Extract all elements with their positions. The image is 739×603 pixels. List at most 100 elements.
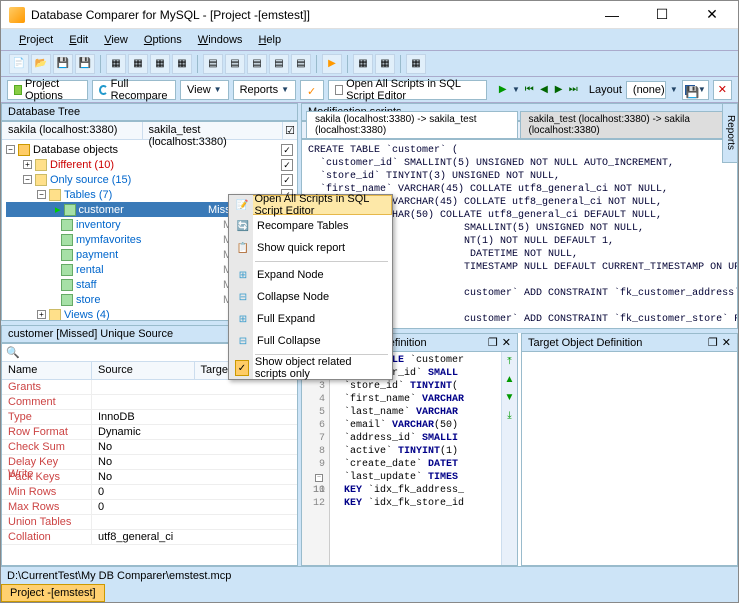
close-button[interactable]: ✕ bbox=[694, 5, 730, 25]
toolbar-btn12-icon[interactable]: ▤ bbox=[269, 54, 289, 74]
ctx-full-expand[interactable]: ⊞Full Expand bbox=[229, 308, 392, 330]
source-code[interactable]: CREATE TABLE `customer `customer_id` SMA… bbox=[330, 352, 501, 565]
menu-options[interactable]: Options bbox=[138, 32, 188, 48]
checkbox[interactable]: ✓ bbox=[281, 144, 293, 156]
expand-icon[interactable]: + bbox=[23, 160, 32, 169]
toolbar-open-icon[interactable]: 📂 bbox=[31, 54, 51, 74]
menu-windows[interactable]: Windows bbox=[192, 32, 249, 48]
menu-project[interactable]: Project bbox=[13, 32, 59, 48]
tab-source-to-target[interactable]: sakila (localhost:3380) -> sakila_test (… bbox=[306, 111, 518, 138]
target-code[interactable] bbox=[522, 352, 737, 565]
reports-dropdown[interactable]: Reports▼ bbox=[233, 80, 296, 100]
nav-last-icon[interactable]: ⏭ bbox=[568, 81, 579, 99]
property-row: Row FormatDynamic bbox=[2, 425, 297, 440]
ctx-full-collapse[interactable]: ⊟Full Collapse bbox=[229, 330, 392, 352]
toolbar-btn7-icon[interactable]: ▦ bbox=[150, 54, 170, 74]
toolbar-btn15-icon[interactable]: ▦ bbox=[353, 54, 373, 74]
minimize-button[interactable]: — bbox=[594, 5, 630, 25]
prop-col-name: Name bbox=[2, 362, 92, 379]
tree-icon bbox=[14, 85, 22, 95]
script-icon: 📝 bbox=[236, 197, 248, 213]
diff-last-icon[interactable]: ⤓ bbox=[504, 410, 516, 422]
save-icon: 💾 bbox=[685, 85, 695, 95]
reports-side-tab[interactable]: Reports bbox=[722, 103, 738, 163]
titlebar: Database Comparer for MySQL - [Project -… bbox=[1, 1, 738, 29]
check-toggle-button[interactable]: ✓ bbox=[300, 80, 324, 100]
ctx-expand-node[interactable]: ⊞Expand Node bbox=[229, 264, 392, 286]
tree-col-target: sakila_test (localhost:3380) bbox=[143, 122, 284, 139]
folder-icon bbox=[35, 174, 47, 186]
toolbar-btn5-icon[interactable]: ▦ bbox=[106, 54, 126, 74]
save-layout-button[interactable]: 💾▼ bbox=[682, 80, 709, 100]
toolbar-save-icon[interactable]: 💾 bbox=[53, 54, 73, 74]
property-row: Collationutf8_general_ci bbox=[2, 530, 297, 545]
close-panel-icon[interactable]: ✕ bbox=[502, 336, 511, 349]
checkbox[interactable]: ✓ bbox=[281, 159, 293, 171]
run-dropdown[interactable]: ▼ bbox=[512, 85, 520, 94]
diff-first-icon[interactable]: ⤒ bbox=[504, 356, 516, 368]
table-icon bbox=[61, 294, 73, 306]
toolbar-btn17-icon[interactable]: ▦ bbox=[406, 54, 426, 74]
close-panel-icon[interactable]: ✕ bbox=[722, 336, 731, 349]
menubar: Project Edit View Options Windows Help bbox=[1, 29, 738, 51]
table-icon bbox=[61, 234, 73, 246]
toolbar-btn8-icon[interactable]: ▦ bbox=[172, 54, 192, 74]
toolbar-btn10-icon[interactable]: ▤ bbox=[225, 54, 245, 74]
script-direction-tabs: sakila (localhost:3380) -> sakila_test (… bbox=[301, 121, 738, 139]
ctx-collapse-node[interactable]: ⊟Collapse Node bbox=[229, 286, 392, 308]
ctx-quick-report[interactable]: 📋Show quick report bbox=[229, 237, 392, 259]
toolbar-btn16-icon[interactable]: ▦ bbox=[375, 54, 395, 74]
toolbar-btn13-icon[interactable]: ▤ bbox=[291, 54, 311, 74]
script-icon bbox=[335, 85, 343, 95]
collapse-icon[interactable]: − bbox=[6, 145, 15, 154]
tab-target-to-source[interactable]: sakila_test (localhost:3380) -> sakila (… bbox=[520, 111, 732, 138]
checkbox[interactable]: ✓ bbox=[281, 174, 293, 186]
delete-layout-button[interactable]: ✕ bbox=[713, 80, 732, 100]
project-tab-bar: Project -[emstest] bbox=[1, 584, 738, 602]
maximize-button[interactable]: ☐ bbox=[644, 5, 680, 25]
prop-filter-icon[interactable]: 🔍 bbox=[6, 346, 20, 359]
toolbar-run-icon[interactable]: ▶ bbox=[322, 54, 342, 74]
project-options-button[interactable]: Project Options bbox=[7, 80, 88, 100]
collapse-icon: ⊟ bbox=[235, 289, 251, 305]
toolbar-saveas-icon[interactable]: 💾 bbox=[75, 54, 95, 74]
menu-help[interactable]: Help bbox=[252, 32, 287, 48]
collapse-icon[interactable]: − bbox=[37, 190, 46, 199]
main-toolbar: 📄 📂 💾 💾 ▦ ▦ ▦ ▦ ▤ ▤ ▤ ▤ ▤ ▶ ▦ ▦ ▦ bbox=[1, 51, 738, 77]
nav-next-icon[interactable]: ▶ bbox=[553, 81, 564, 99]
collapse-icon[interactable]: − bbox=[23, 175, 32, 184]
ctx-open-all-scripts[interactable]: 📝Open All Scripts in SQL Script Editor bbox=[229, 195, 392, 215]
refresh-icon bbox=[99, 85, 108, 95]
folder-icon bbox=[49, 189, 61, 201]
toolbar-btn6-icon[interactable]: ▦ bbox=[128, 54, 148, 74]
property-row: Delay Key WriteNo bbox=[2, 455, 297, 470]
nav-first-icon[interactable]: ⏮ bbox=[524, 81, 535, 99]
ctx-related-scripts-only[interactable]: ✓Show object related scripts only bbox=[229, 357, 392, 379]
diff-down-icon[interactable]: ▼ bbox=[504, 392, 516, 404]
diff-up-icon[interactable]: ▲ bbox=[504, 374, 516, 386]
refresh-icon: 🔄 bbox=[235, 218, 251, 234]
toolbar-btn11-icon[interactable]: ▤ bbox=[247, 54, 267, 74]
restore-icon[interactable]: ❐ bbox=[708, 336, 718, 349]
open-all-scripts-button[interactable]: Open All Scripts in SQL Script Editor bbox=[328, 80, 487, 100]
table-icon bbox=[61, 279, 73, 291]
app-icon bbox=[9, 7, 25, 23]
run-icon[interactable]: ▶ bbox=[497, 81, 508, 99]
full-recompare-button[interactable]: Full Recompare bbox=[92, 80, 176, 100]
toolbar-btn9-icon[interactable]: ▤ bbox=[203, 54, 223, 74]
tree-panel-header: Database Tree bbox=[1, 103, 298, 121]
ctx-recompare-tables[interactable]: 🔄Recompare Tables bbox=[229, 215, 392, 237]
table-icon bbox=[61, 264, 73, 276]
restore-icon[interactable]: ❐ bbox=[488, 336, 498, 349]
menu-view[interactable]: View bbox=[98, 32, 134, 48]
diff-nav: ⤒ ▲ ▼ ⤓ bbox=[501, 352, 517, 565]
project-tab[interactable]: Project -[emstest] bbox=[1, 584, 105, 602]
nav-prev-icon[interactable]: ◀ bbox=[539, 81, 550, 99]
layout-combo[interactable]: (none) bbox=[626, 81, 666, 99]
layout-dropdown-icon[interactable]: ▼ bbox=[670, 85, 678, 94]
expand-icon[interactable]: + bbox=[37, 310, 46, 319]
database-icon bbox=[18, 144, 30, 156]
toolbar-new-icon[interactable]: 📄 bbox=[9, 54, 29, 74]
menu-edit[interactable]: Edit bbox=[63, 32, 94, 48]
view-dropdown[interactable]: View▼ bbox=[180, 80, 229, 100]
